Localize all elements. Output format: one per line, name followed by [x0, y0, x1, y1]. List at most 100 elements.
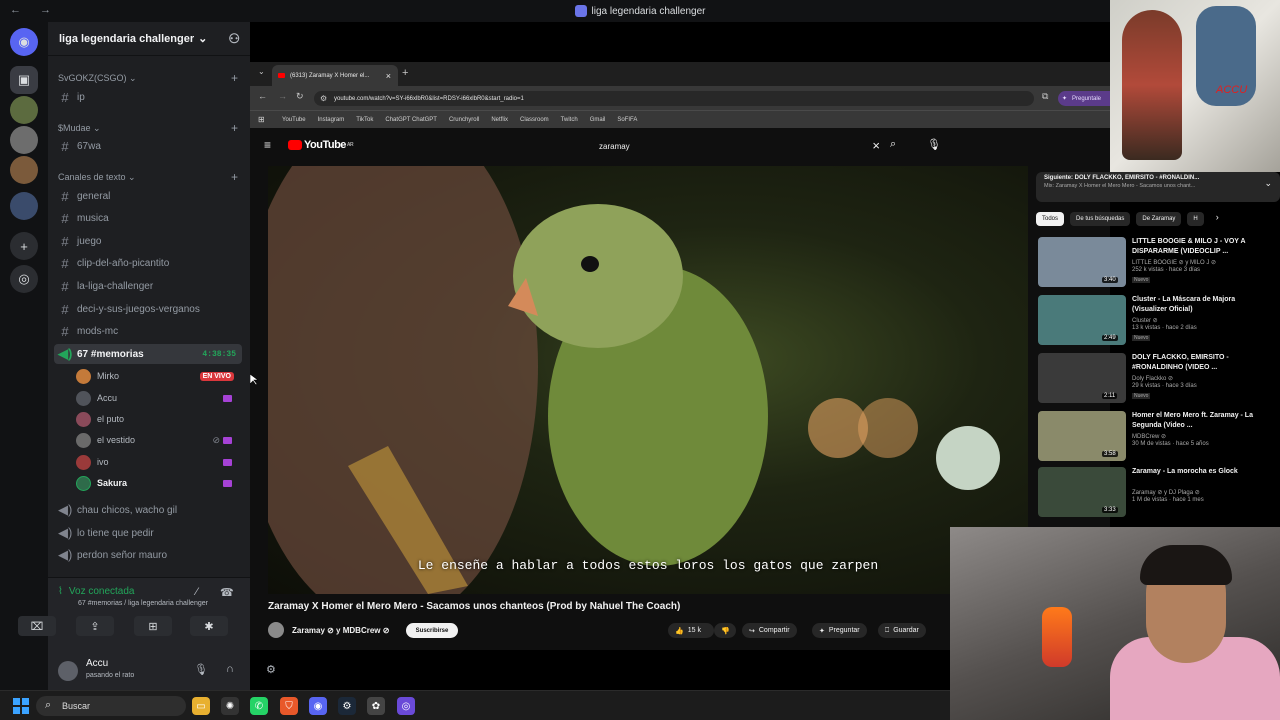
noise-suppression-icon[interactable]: ⁄	[196, 586, 198, 598]
bookmark[interactable]: Instagram	[318, 117, 345, 123]
microphone-icon[interactable]: 🎙	[194, 663, 208, 676]
obs-icon[interactable]: ◎	[397, 697, 415, 715]
voice-user[interactable]: Mirko EN VIVO	[76, 366, 242, 386]
subscribe-button[interactable]: Suscribirse	[406, 623, 458, 638]
site-info-icon[interactable]: ⚙	[320, 94, 327, 103]
disconnect-icon[interactable]: ☎	[220, 586, 234, 599]
reload-icon[interactable]: ↻	[296, 91, 304, 102]
category-header[interactable]: SvGOKZ(CSGO) ⌄ +	[58, 71, 238, 85]
voice-channel[interactable]: ◀) chau chicos, wacho gil	[54, 500, 242, 520]
save-button[interactable]: ⎕ Guardar	[878, 623, 926, 638]
nav-arrows-icon[interactable]: ← →	[10, 4, 59, 16]
voice-user[interactable]: el vestido ⊘	[76, 430, 242, 450]
chip-todos[interactable]: Todos	[1036, 212, 1065, 226]
forward-icon[interactable]: →	[278, 91, 287, 101]
url-field[interactable]: ⚙ youtube.com/watch?v=SY-i66xlbR0&list=R…	[314, 91, 1034, 106]
up-next-panel[interactable]: Siguiente: DOLY FLACKKO, EMIRSITO - #RON…	[1036, 172, 1280, 202]
recommendation[interactable]: 3:33 Zaramay - La morocha es Glock Zaram…	[1038, 467, 1270, 521]
menu-icon[interactable]: ≡	[264, 138, 271, 152]
channel-musica[interactable]: # musica	[54, 208, 242, 228]
server-icon[interactable]	[10, 156, 38, 184]
file-explorer-icon[interactable]: ▭	[192, 697, 210, 715]
channel-deci[interactable]: # deci-y-sus-juegos-verganos	[54, 299, 242, 319]
channel-general[interactable]: # general	[54, 186, 242, 206]
voice-user[interactable]: Accu	[76, 388, 242, 408]
channel-name[interactable]: Zaramay ⊘ y MDBCrew ⊘	[292, 626, 389, 635]
add-member-icon[interactable]: ⚇	[228, 31, 240, 47]
voice-user[interactable]: el puto	[76, 409, 242, 429]
tab-search-icon[interactable]: ⌄	[258, 67, 265, 76]
steam-icon[interactable]: ⚙	[338, 697, 356, 715]
chip-more[interactable]: H	[1187, 212, 1204, 226]
bookmark[interactable]: TikTok	[356, 117, 373, 123]
chevron-right-icon[interactable]: ›	[1216, 212, 1219, 228]
close-icon[interactable]: ×	[386, 71, 391, 81]
chip-busquedas[interactable]: De tus búsquedas	[1070, 212, 1131, 226]
back-icon[interactable]: ←	[258, 91, 267, 101]
bookmark[interactable]: YouTube	[282, 117, 306, 123]
bookmark[interactable]: Crunchyroll	[449, 117, 479, 123]
server-icon-folder[interactable]: ▣	[10, 66, 38, 94]
category-header[interactable]: $Mudae ⌄ +	[58, 121, 238, 135]
voice-channel[interactable]: ◀) perdon señor mauro	[54, 545, 242, 565]
server-icon[interactable]	[10, 126, 38, 154]
add-channel-icon[interactable]: +	[231, 170, 238, 184]
add-channel-icon[interactable]: +	[231, 121, 238, 135]
chatgpt-icon[interactable]: ✺	[221, 697, 239, 715]
microphone-icon[interactable]: 🎙	[927, 138, 941, 151]
explore-icon[interactable]: ◎	[10, 265, 38, 293]
youtube-logo[interactable]: YouTube AR	[288, 139, 354, 151]
server-icon[interactable]	[10, 96, 38, 124]
recommendation[interactable]: 2:11 DOLY FLACKKO, EMIRSITO - #RONALDINH…	[1038, 353, 1270, 407]
new-tab-icon[interactable]: +	[402, 67, 408, 79]
headphones-icon[interactable]: ∩	[226, 663, 234, 675]
apps-icon[interactable]: ⊞	[258, 115, 265, 124]
add-channel-icon[interactable]: +	[231, 71, 238, 85]
search-input[interactable]: zaramay ×	[590, 135, 880, 157]
brave-browser-icon[interactable]: ⛉	[280, 697, 298, 715]
ask-button[interactable]: ✦ Preguntale	[1058, 91, 1118, 106]
discord-icon[interactable]: ◉	[309, 697, 327, 715]
bookmark[interactable]: Twitch	[561, 117, 578, 123]
voice-user[interactable]: Sakura	[76, 473, 242, 493]
like-button[interactable]: 👍 15 k	[668, 623, 714, 638]
chevron-down-icon[interactable]: ⌄	[1264, 178, 1272, 189]
windows-start-icon[interactable]	[13, 698, 29, 714]
whatsapp-icon[interactable]: ✆	[250, 697, 268, 715]
dislike-button[interactable]: 👎	[714, 623, 736, 638]
browser-tab[interactable]: (6313) Zaramay X Homer el... ×	[272, 65, 398, 86]
bookmark[interactable]: Classroom	[520, 117, 549, 123]
category-header[interactable]: Canales de texto ⌄ +	[58, 170, 238, 184]
soundboard-button[interactable]: ✱	[190, 616, 228, 636]
voice-channel[interactable]: ◀) lo tiene que pedir	[54, 523, 242, 543]
chip-zaramay[interactable]: De Zaramay	[1136, 212, 1182, 226]
share-button[interactable]: ↪ Compartir	[742, 623, 797, 638]
bookmark[interactable]: Gmail	[590, 117, 606, 123]
bookmark[interactable]: ChatGPT ChatGPT	[385, 117, 437, 123]
recommendation[interactable]: 3:58 Homer el Mero Mero ft. Zaramay - La…	[1038, 411, 1270, 465]
channel-juego[interactable]: # juego	[54, 231, 242, 251]
bookmark[interactable]: Netflix	[491, 117, 508, 123]
guild-header[interactable]: liga legendaria challenger ⌄ ⚇	[48, 22, 250, 56]
avatar[interactable]	[268, 622, 284, 638]
search-icon[interactable]: ⌕	[890, 138, 896, 151]
channel-clip[interactable]: # clip-del-año-picantito	[54, 253, 242, 273]
channel-67wa[interactable]: #67wa	[54, 136, 242, 156]
camera-button[interactable]: ⌧	[18, 616, 56, 636]
video-player[interactable]: Le enseñe a hablar a todos estos loros l…	[268, 166, 1028, 594]
bookmark[interactable]: SoFIFA	[617, 117, 637, 123]
voice-channel-memorias[interactable]: ◀) 67 #memorias 4:38:35	[54, 344, 242, 364]
gear-icon[interactable]: ⚙	[266, 663, 276, 676]
voice-user[interactable]: ivo	[76, 452, 242, 472]
install-icon[interactable]: ⧉	[1042, 91, 1048, 102]
avatar[interactable]	[58, 661, 78, 681]
discord-home-icon[interactable]: ◉	[10, 28, 38, 56]
channel-la-liga[interactable]: # la-liga-challenger	[54, 276, 242, 296]
channel-mods-mc[interactable]: # mods-mc	[54, 321, 242, 341]
taskbar-search[interactable]: ⌕ Buscar	[36, 696, 186, 716]
recommendation[interactable]: 2:49 Cluster - La Máscara de Majora (Vis…	[1038, 295, 1270, 349]
channel-ip[interactable]: # ip	[54, 87, 242, 107]
clear-icon[interactable]: ×	[872, 138, 880, 153]
add-server-icon[interactable]: +	[10, 232, 38, 260]
recommendation[interactable]: 3:40 LITTLE BOOGIE & MILO J - VOY A DISP…	[1038, 237, 1270, 291]
